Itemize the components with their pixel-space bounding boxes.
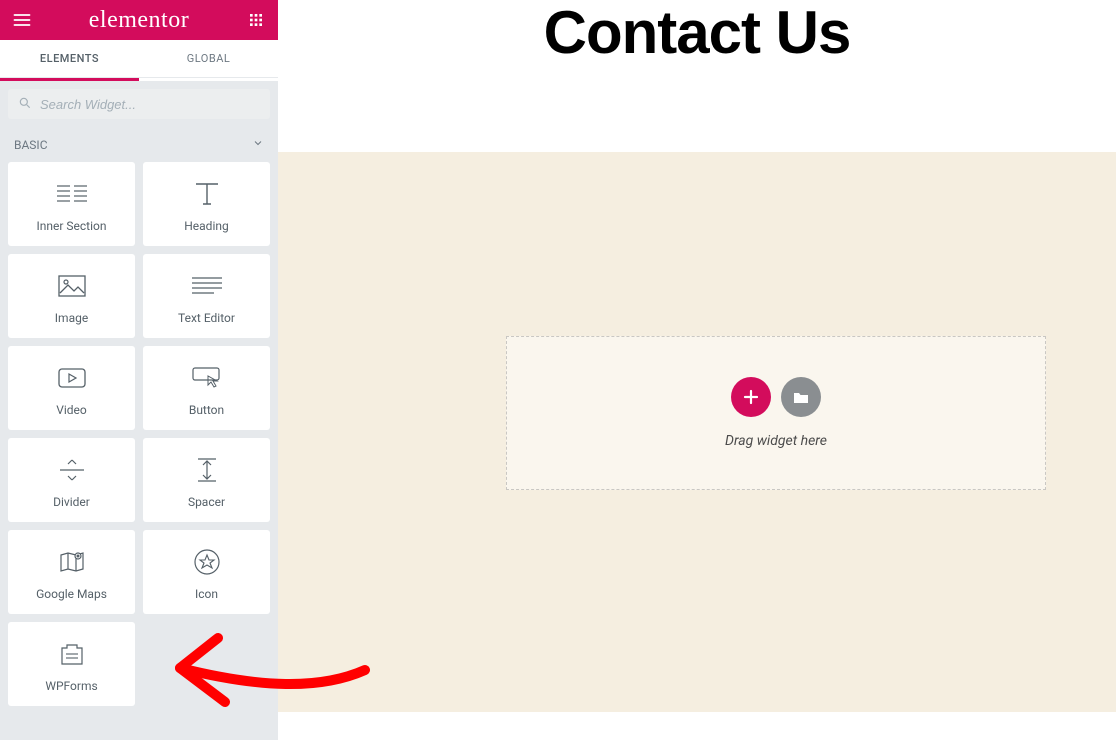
drop-hint-text: Drag widget here [725,433,827,449]
widget-label: Google Maps [36,587,107,601]
widget-spacer[interactable]: Spacer [143,438,270,522]
widget-label: Image [55,311,88,325]
add-section-button[interactable] [731,377,771,417]
widget-label: Inner Section [36,219,106,233]
widget-button[interactable]: Button [143,346,270,430]
drop-actions [731,377,821,417]
widget-image[interactable]: Image [8,254,135,338]
editor-canvas: Contact Us Drag widget here [278,0,1116,740]
divider-icon [58,451,86,489]
widget-wpforms[interactable]: WPForms [8,622,135,706]
star-icon [194,543,220,581]
search-input[interactable] [40,97,260,112]
heading-icon [192,175,222,213]
widget-heading[interactable]: Heading [143,162,270,246]
sidebar-tabs: ELEMENTS GLOBAL [0,40,278,78]
search-wrap [0,81,278,127]
menu-icon[interactable] [10,8,34,32]
sidebar-header: elementor [0,0,278,40]
button-icon [192,359,222,397]
widget-label: Icon [195,587,218,601]
widget-text-editor[interactable]: Text Editor [143,254,270,338]
widget-label: Video [56,403,87,417]
chevron-down-icon [252,137,264,152]
page-title: Contact Us [278,0,1116,67]
widgets-grid: Inner Section Heading Image Text Editor [0,162,278,714]
tab-global[interactable]: GLOBAL [139,40,278,78]
search-input-container[interactable] [8,89,270,119]
widget-label: WPForms [45,679,97,693]
widget-label: Button [189,403,224,417]
spacer-icon [196,451,218,489]
google-maps-icon [59,543,85,581]
text-editor-icon [192,267,222,305]
widget-label: Text Editor [178,311,235,325]
widget-google-maps[interactable]: Google Maps [8,530,135,614]
brand-logo: elementor [89,7,189,34]
section-canvas[interactable]: Drag widget here [278,152,1116,712]
image-icon [58,267,86,305]
widget-label: Divider [53,495,90,509]
add-template-button[interactable] [781,377,821,417]
category-basic[interactable]: BASIC [0,127,278,162]
wpforms-icon [59,635,85,673]
drop-zone[interactable]: Drag widget here [506,336,1046,490]
widget-divider[interactable]: Divider [8,438,135,522]
widget-icon[interactable]: Icon [143,530,270,614]
widget-inner-section[interactable]: Inner Section [8,162,135,246]
widget-video[interactable]: Video [8,346,135,430]
sidebar: elementor ELEMENTS GLOBAL BASIC [0,0,278,740]
widget-label: Heading [184,219,229,233]
category-label: BASIC [14,138,48,152]
apps-icon[interactable] [244,8,268,32]
video-icon [58,359,86,397]
inner-section-icon [57,175,87,213]
search-icon [18,95,32,114]
widget-label: Spacer [188,495,225,509]
tab-elements[interactable]: ELEMENTS [0,40,139,78]
